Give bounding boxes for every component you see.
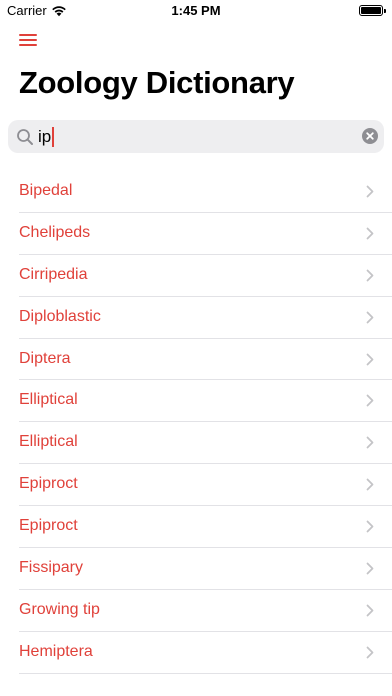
battery-icon: [359, 5, 386, 16]
term-label: Epiproct: [19, 475, 78, 493]
term-label: Elliptical: [19, 391, 78, 409]
chevron-right-icon: [366, 353, 374, 365]
term-row[interactable]: Chelipeds: [0, 213, 392, 255]
chevron-right-icon: [366, 185, 374, 198]
chevron-right-icon: [366, 520, 374, 533]
chevron-right-icon: [366, 227, 374, 240]
term-label: Diptera: [19, 349, 71, 367]
chevron-right-icon: [366, 269, 374, 282]
status-time: 1:45 PM: [171, 3, 221, 18]
search-input-value: ip: [38, 127, 52, 146]
chevron-right-icon: [366, 562, 374, 575]
term-label: Elliptical: [19, 433, 78, 451]
term-row[interactable]: Diptera: [0, 339, 392, 381]
hamburger-menu-icon[interactable]: [19, 31, 41, 49]
term-row[interactable]: Hemiptera: [0, 632, 392, 674]
term-label: Chelipeds: [19, 223, 91, 241]
term-row[interactable]: Cirripedia: [0, 255, 392, 297]
clear-icon: [366, 132, 374, 140]
term-list: Bipedal Chelipeds Cirripedia Diploblastic Di…: [0, 171, 392, 674]
term-row[interactable]: Elliptical: [0, 380, 392, 423]
term-label: Hemiptera: [19, 642, 93, 660]
term-row[interactable]: Bipedal: [0, 171, 392, 213]
menu-line: [19, 34, 37, 36]
term-label: Diploblastic: [19, 307, 101, 325]
page-title: Zoology Dictionary: [19, 65, 295, 100]
battery-fill: [361, 7, 381, 14]
term-row[interactable]: Epiproct: [0, 506, 392, 548]
screen: Carrier 1:45 PM Zoology Dictionary ip Bi…: [0, 0, 392, 696]
clear-search-button[interactable]: [362, 128, 378, 144]
term-row[interactable]: Fissipary: [0, 548, 392, 590]
term-row[interactable]: Diploblastic: [0, 297, 392, 339]
term-row[interactable]: Elliptical: [0, 422, 392, 465]
status-bar: Carrier 1:45 PM: [0, 0, 392, 22]
term-row[interactable]: Growing tip: [0, 590, 392, 632]
search-input[interactable]: ip: [38, 125, 338, 148]
chevron-right-icon: [366, 478, 374, 491]
chevron-right-icon: [366, 646, 374, 659]
text-cursor: [52, 126, 55, 147]
chevron-right-icon: [366, 436, 374, 449]
chevron-right-icon: [366, 311, 374, 324]
menu-line: [19, 39, 37, 41]
term-row[interactable]: Epiproct: [0, 464, 392, 507]
chevron-right-icon: [366, 604, 374, 617]
battery-tip: [384, 9, 386, 13]
search-bar[interactable]: ip: [8, 120, 384, 153]
menu-line: [19, 44, 37, 46]
term-label: Cirripedia: [19, 265, 88, 283]
term-label: Growing tip: [19, 600, 100, 618]
search-icon: [17, 129, 33, 145]
term-label: Bipedal: [19, 182, 73, 199]
term-label: Fissipary: [19, 559, 84, 577]
term-label: Epiproct: [19, 517, 78, 535]
chevron-right-icon: [366, 395, 374, 407]
